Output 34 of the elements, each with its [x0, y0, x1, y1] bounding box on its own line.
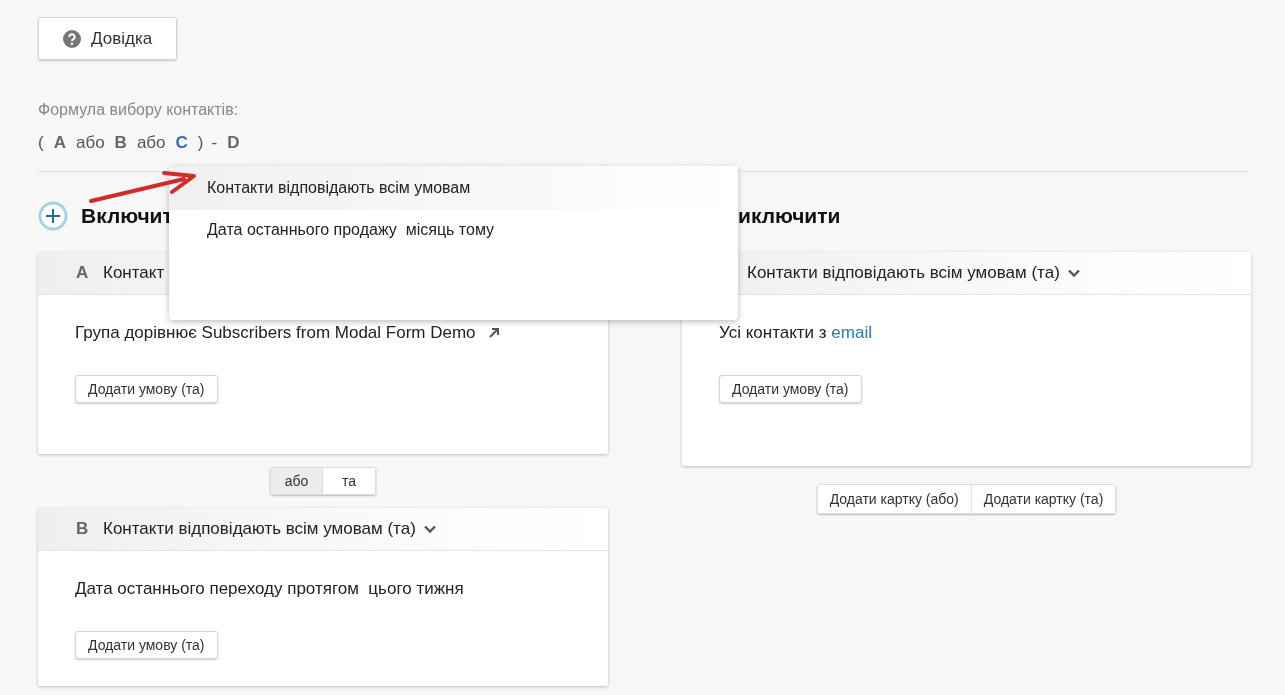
formula-operator: або [136, 133, 166, 153]
card-title[interactable]: Контакти відповідають всім умовам (та) [747, 263, 1060, 283]
formula-operator: або [75, 133, 105, 153]
condition-text: Група дорівнює Subscribers from Modal Form Demo [75, 323, 476, 343]
chevron-down-icon[interactable] [1067, 269, 1080, 277]
add-card-button[interactable]: Додати картку (та) [970, 485, 1116, 513]
formula-symbol: ( [38, 133, 44, 153]
arrow-up-right-icon[interactable] [487, 327, 500, 339]
toggle-option[interactable]: або [271, 468, 323, 494]
condition-text: Усі контакти з email [719, 323, 872, 343]
help-button[interactable]: Довідка [38, 17, 178, 60]
menu-item[interactable]: Контакти відповідають всім умовам [169, 166, 738, 210]
formula-symbol: - [211, 133, 218, 153]
add-card-button[interactable]: Додати картку (або) [817, 485, 971, 513]
formula-letter[interactable]: D [225, 133, 242, 153]
help-icon [63, 29, 81, 48]
formula-symbol: ) [197, 133, 204, 153]
condition-text: Дата останнього переходу протягом цього тижня [75, 579, 464, 599]
add-circle-icon[interactable] [38, 201, 68, 231]
formula-letter[interactable]: C [173, 133, 190, 153]
card-letter: B [76, 519, 90, 539]
section-heading: иключити [738, 204, 841, 228]
card-letter: A [76, 263, 90, 283]
toggle-option[interactable]: та [323, 468, 375, 494]
formula-letter[interactable]: A [51, 133, 68, 153]
formula-letter[interactable]: B [112, 133, 129, 153]
add-condition-button[interactable]: Додати умову (та) [75, 375, 218, 403]
add-condition-button[interactable]: Додати умову (та) [75, 631, 218, 659]
add-condition-button[interactable]: Додати умову (та) [719, 375, 862, 403]
formula-label: Формула вибору контактів: [38, 101, 240, 119]
chevron-down-icon[interactable] [423, 525, 436, 533]
card-title[interactable]: Контакти відповідають всім умовам (та) [103, 519, 416, 539]
card-title[interactable]: Контакт [103, 263, 165, 283]
email-link[interactable]: email [831, 323, 872, 342]
